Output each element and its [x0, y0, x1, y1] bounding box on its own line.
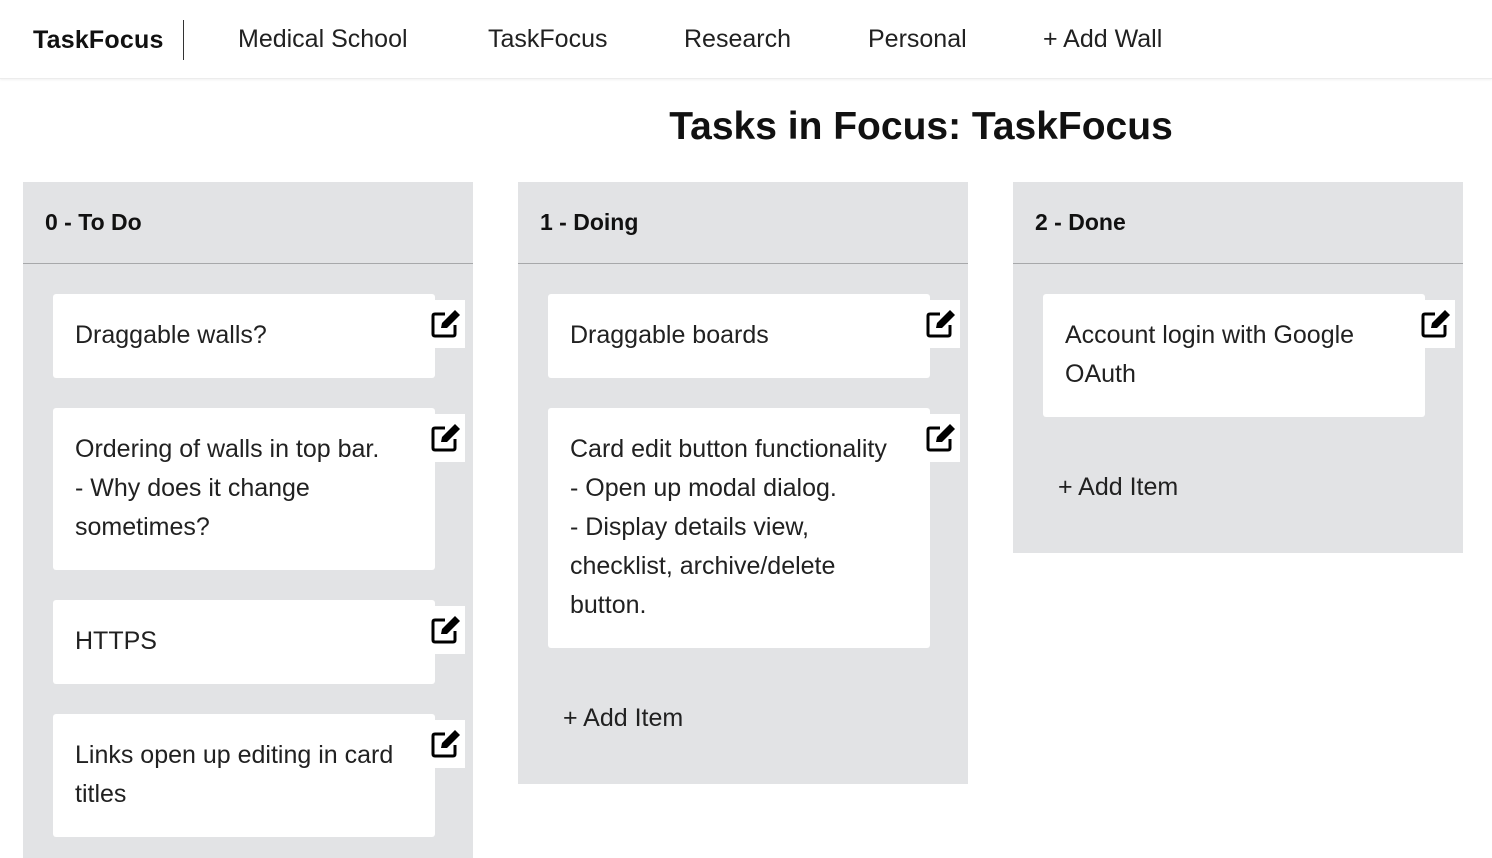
brand-logo[interactable]: TaskFocus — [33, 26, 164, 55]
edit-icon — [431, 616, 460, 644]
wall-tab-medical-school[interactable]: Medical School — [238, 25, 408, 54]
add-item-button[interactable]: + Add Item — [563, 704, 683, 733]
edit-card-button[interactable] — [924, 414, 960, 462]
brand-divider — [183, 20, 184, 60]
wall-tab-personal[interactable]: Personal — [868, 25, 967, 54]
task-card[interactable]: Draggable walls? — [53, 294, 435, 378]
edit-card-button[interactable] — [429, 606, 465, 654]
column-title: 0 - To Do — [23, 182, 473, 264]
edit-icon — [431, 424, 460, 452]
top-navbar: TaskFocus Medical School TaskFocus Resea… — [0, 0, 1492, 79]
task-card[interactable]: Links open up editing in card titles — [53, 714, 435, 837]
edit-icon — [431, 730, 460, 758]
task-card[interactable]: HTTPS — [53, 600, 435, 684]
edit-card-button[interactable] — [924, 300, 960, 348]
add-wall-button[interactable]: + Add Wall — [1043, 25, 1162, 54]
task-card[interactable]: Card edit button functionality - Open up… — [548, 408, 930, 648]
task-card[interactable]: Ordering of walls in top bar. - Why does… — [53, 408, 435, 570]
page-title: Tasks in Focus: TaskFocus — [669, 105, 1173, 148]
board-column-doing: 1 - Doing Draggable boards Card edit but… — [518, 182, 968, 784]
edit-icon — [926, 424, 955, 452]
edit-card-button[interactable] — [429, 720, 465, 768]
task-card[interactable]: Draggable boards — [548, 294, 930, 378]
edit-icon — [1421, 310, 1450, 338]
task-card[interactable]: Account login with Google OAuth — [1043, 294, 1425, 417]
edit-icon — [926, 310, 955, 338]
edit-card-button[interactable] — [429, 300, 465, 348]
board-column-done: 2 - Done Account login with Google OAuth… — [1013, 182, 1463, 553]
edit-icon — [431, 310, 460, 338]
wall-tab-research[interactable]: Research — [684, 25, 791, 54]
board-column-todo: 0 - To Do Draggable walls? Ordering of w… — [23, 182, 473, 858]
edit-card-button[interactable] — [429, 414, 465, 462]
column-title: 2 - Done — [1013, 182, 1463, 264]
add-item-button[interactable]: + Add Item — [1058, 473, 1178, 502]
column-title: 1 - Doing — [518, 182, 968, 264]
edit-card-button[interactable] — [1419, 300, 1455, 348]
wall-tab-taskfocus[interactable]: TaskFocus — [488, 25, 607, 54]
